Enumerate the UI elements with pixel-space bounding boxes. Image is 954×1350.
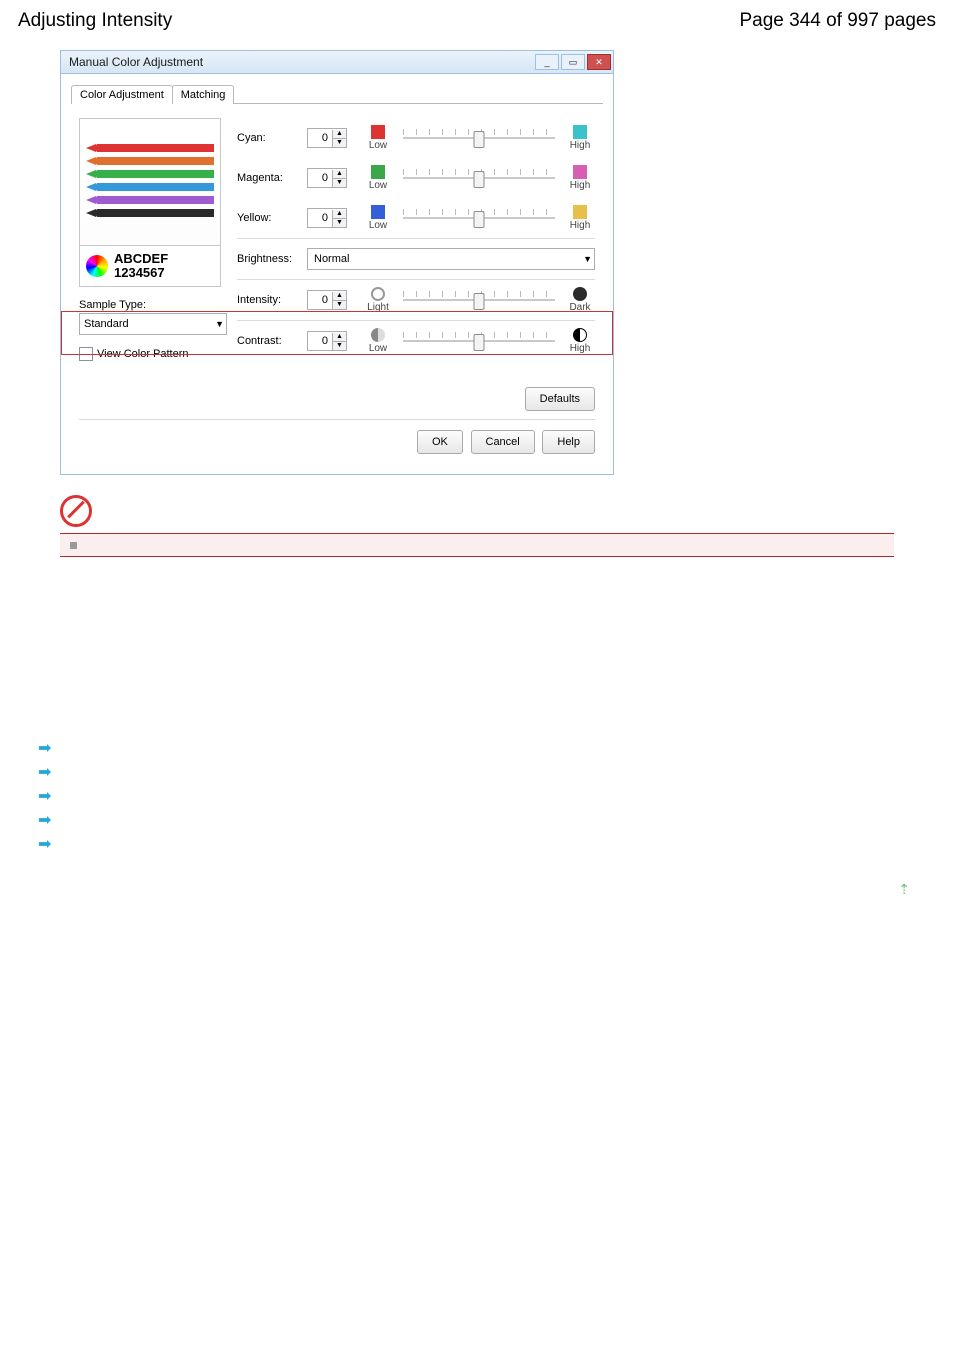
- intensity-high-label: Dark: [569, 302, 590, 313]
- manual-color-adjustment-dialog: Manual Color Adjustment _ ▭ ✕ Color Adju…: [60, 50, 614, 475]
- low-contrast-icon: [371, 328, 385, 342]
- close-button[interactable]: ✕: [587, 54, 611, 70]
- sample-type-label: Sample Type:: [79, 299, 221, 311]
- contrast-spinner[interactable]: 0 ▲▼: [307, 331, 347, 351]
- contrast-value: 0: [308, 335, 332, 347]
- arrow-right-icon: ➡: [38, 761, 936, 785]
- minimize-button[interactable]: _: [535, 54, 559, 70]
- high-contrast-icon: [573, 328, 587, 342]
- yellow-swatch-icon: [573, 205, 587, 219]
- square-bullet-icon: [70, 542, 77, 549]
- magenta-value: 0: [308, 172, 332, 184]
- cyan-label: Cyan:: [237, 132, 307, 144]
- light-circle-icon: [371, 287, 385, 301]
- dialog-title: Manual Color Adjustment: [69, 55, 203, 69]
- brightness-label: Brightness:: [237, 253, 307, 265]
- cyan-spinner[interactable]: 0 ▲▼: [307, 128, 347, 148]
- note-bar: [60, 533, 894, 557]
- blue-swatch-icon: [371, 205, 385, 219]
- page-top-icon[interactable]: ⇡: [898, 881, 910, 898]
- arrow-right-icon: ➡: [38, 833, 936, 857]
- cyan-slider[interactable]: [403, 137, 555, 139]
- brightness-value: Normal: [314, 253, 349, 265]
- dark-circle-icon: [573, 287, 587, 301]
- yellow-label: Yellow:: [237, 212, 307, 224]
- intensity-label: Intensity:: [237, 294, 307, 306]
- contrast-label: Contrast:: [237, 335, 307, 347]
- maximize-button[interactable]: ▭: [561, 54, 585, 70]
- contrast-slider[interactable]: [403, 340, 555, 342]
- sample-type-value: Standard: [84, 318, 129, 330]
- chevron-down-icon: ▼: [215, 319, 224, 329]
- yellow-low-label: Low: [369, 220, 387, 231]
- intensity-slider[interactable]: [403, 299, 555, 301]
- ok-button[interactable]: OK: [417, 430, 463, 454]
- arrow-right-icon: ➡: [38, 737, 936, 761]
- sample-type-select[interactable]: Standard ▼: [79, 313, 227, 335]
- page-title: Adjusting Intensity: [18, 10, 172, 32]
- preview-text-2: 1234567: [114, 266, 168, 280]
- magenta-slider[interactable]: [403, 177, 555, 179]
- intensity-low-label: Light: [367, 302, 389, 313]
- cyan-value: 0: [308, 132, 332, 144]
- yellow-spinner[interactable]: 0 ▲▼: [307, 208, 347, 228]
- magenta-label: Magenta:: [237, 172, 307, 184]
- contrast-low-label: Low: [369, 343, 387, 354]
- arrow-right-icon: ➡: [38, 809, 936, 833]
- tab-matching[interactable]: Matching: [172, 85, 235, 104]
- contrast-high-label: High: [570, 343, 591, 354]
- cyan-swatch-icon: [573, 125, 587, 139]
- preview-text-1: ABCDEF: [114, 252, 168, 266]
- intensity-spinner[interactable]: 0 ▲▼: [307, 290, 347, 310]
- yellow-value: 0: [308, 212, 332, 224]
- arrow-link-list: ➡ ➡ ➡ ➡ ➡: [38, 737, 936, 857]
- defaults-button[interactable]: Defaults: [525, 387, 595, 411]
- page-count: Page 344 of 997 pages: [739, 10, 936, 32]
- magenta-high-label: High: [570, 180, 591, 191]
- help-button[interactable]: Help: [542, 430, 595, 454]
- magenta-swatch-icon: [573, 165, 587, 179]
- magenta-low-label: Low: [369, 180, 387, 191]
- yellow-high-label: High: [570, 220, 591, 231]
- view-color-pattern-label: View Color Pattern: [97, 348, 189, 360]
- intensity-value: 0: [308, 294, 332, 306]
- cyan-low-label: Low: [369, 140, 387, 151]
- arrow-right-icon: ➡: [38, 785, 936, 809]
- magenta-spinner[interactable]: 0 ▲▼: [307, 168, 347, 188]
- prohibited-icon: [60, 495, 92, 527]
- red-swatch-icon: [371, 125, 385, 139]
- brightness-select[interactable]: Normal ▼: [307, 248, 595, 270]
- color-wheel-icon: [86, 255, 108, 277]
- tab-color-adjustment[interactable]: Color Adjustment: [71, 85, 173, 104]
- view-color-pattern-checkbox[interactable]: View Color Pattern: [79, 347, 221, 361]
- sample-preview: [79, 118, 221, 246]
- yellow-slider[interactable]: [403, 217, 555, 219]
- chevron-down-icon: ▼: [583, 254, 592, 264]
- cancel-button[interactable]: Cancel: [471, 430, 535, 454]
- green-swatch-icon: [371, 165, 385, 179]
- cyan-high-label: High: [570, 140, 591, 151]
